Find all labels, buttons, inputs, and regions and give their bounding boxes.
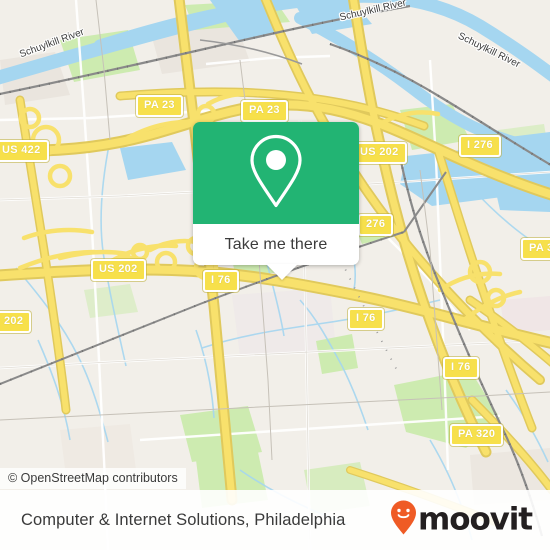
place-callout-card[interactable]: Take me there <box>193 122 359 265</box>
map-attribution[interactable]: © OpenStreetMap contributors <box>0 468 186 489</box>
take-me-there-label: Take me there <box>224 235 328 253</box>
callout-action-area[interactable]: Take me there <box>193 224 359 265</box>
road-shield-pa-23-center[interactable]: PA 23 <box>241 100 288 122</box>
road-shield-202[interactable]: 202 <box>0 311 32 333</box>
road-shield-pa-23-west[interactable]: PA 23 <box>136 95 183 117</box>
callout-pointer <box>266 264 298 280</box>
road-shield-i-76-west[interactable]: I 76 <box>203 270 239 292</box>
place-title: Computer & Internet Solutions, Philadelp… <box>21 510 346 529</box>
road-shield-i-76-center[interactable]: I 76 <box>348 308 384 330</box>
road-shield-pa-3[interactable]: PA 3 <box>521 238 550 260</box>
road-shield-i-76-east[interactable]: I 76 <box>443 357 479 379</box>
road-shield-pa-320[interactable]: PA 320 <box>450 424 504 446</box>
map-screenshot: Schuylkill River Schuylkill River Schuyl… <box>0 0 550 550</box>
moovit-wordmark: moovit <box>418 501 533 538</box>
road-shield-i-276-north[interactable]: I 276 <box>459 135 501 157</box>
moovit-smiling-pin-icon <box>390 500 417 541</box>
map-pin-icon <box>247 133 305 214</box>
moovit-logo[interactable]: moovit <box>390 500 533 541</box>
callout-icon-area <box>193 122 359 224</box>
road-shield-us-202-north[interactable]: US 202 <box>352 142 407 164</box>
road-shield-us-422[interactable]: US 422 <box>0 140 49 162</box>
footer-bar: Computer & Internet Solutions, Philadelp… <box>0 490 550 550</box>
road-shield-276[interactable]: 276 <box>358 214 394 236</box>
road-shield-us-202-south[interactable]: US 202 <box>91 259 146 281</box>
